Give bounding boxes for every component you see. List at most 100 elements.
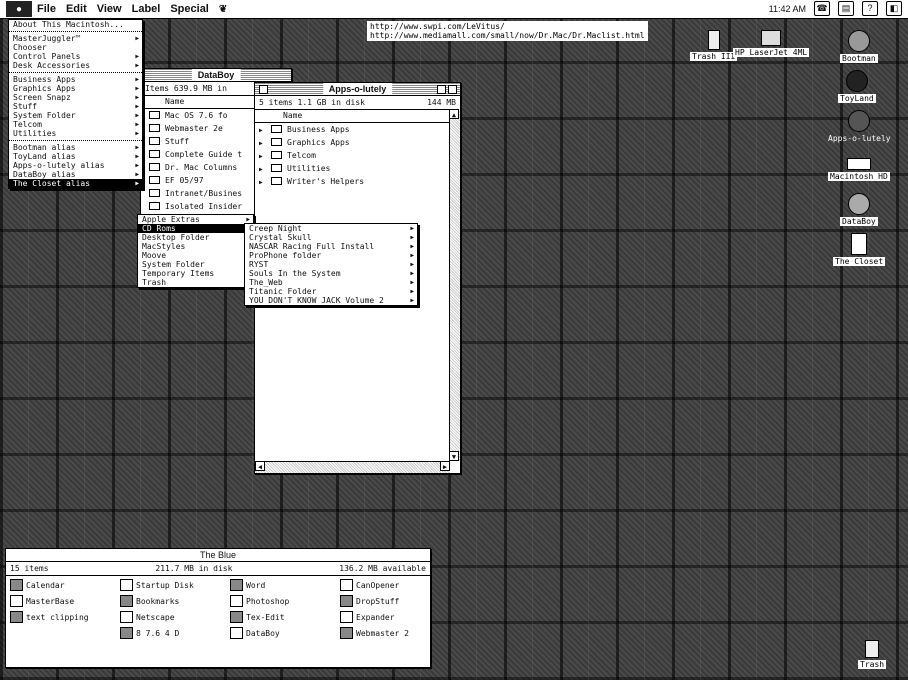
menu-item[interactable]: MacStyles (138, 242, 253, 251)
file-item[interactable]: CanOpener (340, 579, 450, 591)
scroll-left-icon[interactable]: ◀ (255, 461, 265, 471)
menu-item[interactable]: Trash (138, 278, 253, 287)
menu-item[interactable]: CD Roms (138, 224, 253, 233)
apps-o-lutely-disk-icon[interactable]: Apps-o-lutely (826, 110, 893, 143)
file-icon (120, 611, 133, 623)
scroll-up-icon[interactable]: ▲ (449, 109, 459, 119)
closet-submenu: Apple ExtrasCD RomsDesktop FolderMacStyl… (137, 214, 254, 288)
menu-item[interactable]: Moove (138, 251, 253, 260)
icon-label: The Closet (833, 257, 886, 266)
item-name: Isolated Insider (165, 202, 243, 211)
file-item[interactable]: Tex-Edit (230, 611, 340, 623)
title-bar[interactable]: The Blue (6, 549, 430, 562)
file-item[interactable]: 8 7.6 4 D (120, 627, 230, 639)
title-bar[interactable]: DataBoy (141, 69, 291, 82)
scroll-right-icon[interactable]: ▶ (440, 461, 450, 471)
menu-item[interactable]: YOU DON'T KNOW JACK Volume 2 (245, 296, 417, 305)
scroll-down-icon[interactable]: ▼ (449, 451, 459, 461)
item-name: Writer's Helpers (287, 177, 365, 186)
menu-item[interactable]: NASCAR Racing Full Install (245, 242, 417, 251)
file-item[interactable]: Word (230, 579, 340, 591)
menu-item[interactable]: Telcom (9, 120, 142, 129)
menu-item[interactable]: About This Macintosh... (9, 20, 142, 29)
clock[interactable]: 11:42 AM (769, 4, 806, 14)
file-item[interactable]: text clipping (10, 611, 120, 623)
menu-item[interactable]: Screen Snapz (9, 93, 142, 102)
application-menu-icon[interactable]: ◧ (886, 1, 902, 16)
list-item[interactable]: ▶ Telcom (255, 149, 460, 162)
menu-item[interactable]: Business Apps (9, 75, 142, 84)
list-item[interactable]: ▶ Utilities (255, 162, 460, 175)
calendar-icon[interactable]: ▤ (838, 1, 854, 16)
menu-label[interactable]: Label (127, 3, 166, 15)
menu-item[interactable]: MasterJuggler™ (9, 34, 142, 43)
menu-item[interactable]: ToyLand alias (9, 152, 142, 161)
menu-item[interactable]: Desk Accessories (9, 61, 142, 70)
menu-item[interactable]: Apps-o-lutely alias (9, 161, 142, 170)
vertical-scrollbar[interactable]: ▲ ▼ (449, 109, 460, 461)
column-header-name[interactable]: Name (165, 97, 184, 106)
menu-item[interactable]: System Folder (9, 111, 142, 120)
menu-edit[interactable]: Edit (61, 3, 92, 15)
phone-icon[interactable]: ☎ (814, 1, 830, 16)
apple-menu-icon[interactable]: ● (6, 1, 32, 17)
menu-item[interactable]: Souls In the System (245, 269, 417, 278)
file-item[interactable]: Webmaster 2 (340, 627, 450, 639)
file-item[interactable]: DropStuff (340, 595, 450, 607)
menu-item[interactable]: The Closet alias (9, 179, 142, 188)
menu-item[interactable]: Creep Night (245, 224, 417, 233)
menu-item[interactable]: Temporary Items (138, 269, 253, 278)
zoom-box-icon[interactable] (437, 85, 446, 94)
menu-item[interactable]: System Folder (138, 260, 253, 269)
item-name: Business Apps (287, 125, 350, 134)
databoy-disk-icon[interactable]: DataBoy (840, 193, 878, 226)
trash-icon[interactable]: Trash (858, 640, 887, 669)
close-box-icon[interactable] (259, 85, 268, 94)
list-item[interactable]: ▶ Business Apps (255, 123, 460, 136)
menu-item[interactable]: Control Panels (9, 52, 142, 61)
menu-view[interactable]: View (92, 3, 127, 15)
menu-item[interactable]: RYST (245, 260, 417, 269)
menu-item[interactable]: Utilities (9, 129, 142, 138)
file-item[interactable]: Bookmarks (120, 595, 230, 607)
trash-iii-icon[interactable]: Trash III (690, 30, 738, 61)
list-item[interactable]: ▶ Writer's Helpers (255, 175, 460, 188)
menu-item[interactable]: Apple Extras (138, 215, 253, 224)
column-header-name[interactable]: Name (283, 111, 302, 120)
disclosure-triangle-icon[interactable]: ▶ (259, 176, 271, 189)
file-item[interactable]: Startup Disk (120, 579, 230, 591)
file-item[interactable]: Netscape (120, 611, 230, 623)
the-closet-icon[interactable]: The Closet (833, 233, 886, 266)
file-icon (230, 579, 243, 591)
help-icon[interactable]: ? (862, 1, 878, 16)
file-item[interactable]: MasterBase (10, 595, 120, 607)
file-item[interactable]: Photoshop (230, 595, 340, 607)
file-name: Tex-Edit (246, 612, 285, 622)
horizontal-scrollbar[interactable]: ◀ ▶ (255, 461, 450, 473)
menu-item[interactable]: Desktop Folder (138, 233, 253, 242)
menu-item[interactable]: Graphics Apps (9, 84, 142, 93)
bootman-disk-icon[interactable]: Bootman (840, 30, 878, 63)
menu-item[interactable]: ProPhone folder (245, 251, 417, 260)
macintosh-hd-icon[interactable]: Macintosh HD (828, 158, 890, 181)
menu-item[interactable]: Bootman alias (9, 143, 142, 152)
menu-item[interactable]: Stuff (9, 102, 142, 111)
title-bar[interactable]: Apps-o-lutely (255, 83, 460, 96)
toyland-disk-icon[interactable]: ToyLand (838, 70, 876, 103)
collapse-box-icon[interactable] (448, 85, 457, 94)
menu-item[interactable]: DataBoy alias (9, 170, 142, 179)
item-name: Graphics Apps (287, 138, 350, 147)
the-blue-window[interactable]: The Blue 15 items 211.7 MB in disk 136.2… (5, 548, 431, 668)
menu-item[interactable]: Crystal Skull (245, 233, 417, 242)
menu-item[interactable]: The_Web (245, 278, 417, 287)
control-strip-icon[interactable]: ❦ (214, 4, 232, 15)
menu-file[interactable]: File (32, 3, 61, 15)
file-item[interactable]: DataBoy (230, 627, 340, 639)
menu-item[interactable]: Titanic Folder (245, 287, 417, 296)
file-item[interactable]: Expander (340, 611, 450, 623)
menu-item[interactable]: Chooser (9, 43, 142, 52)
menu-special[interactable]: Special (165, 3, 214, 15)
list-item[interactable]: ▶ Graphics Apps (255, 136, 460, 149)
file-item[interactable]: Calendar (10, 579, 120, 591)
printer-icon[interactable]: HP LaserJet 4ML (733, 30, 810, 57)
